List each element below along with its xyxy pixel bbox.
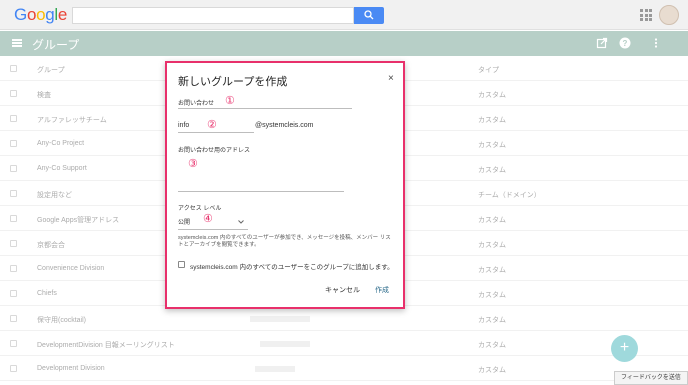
close-icon[interactable]: × — [388, 73, 394, 84]
add-all-users-label: systemcleis.com 内のすべてのユーザーをこのグループに追加します。 — [190, 264, 394, 271]
create-group-dialog: 新しいグループを作成 × お問い合わせ ① info ② @systemclei… — [165, 61, 405, 309]
email-underline — [178, 132, 254, 133]
checkbox[interactable] — [178, 261, 185, 268]
create-button[interactable]: 作成 — [375, 285, 389, 295]
cancel-button[interactable]: キャンセル — [325, 285, 360, 295]
page-title: グループ — [32, 38, 80, 52]
marker-2: ② — [207, 119, 217, 131]
top-bar: Google — [0, 0, 688, 30]
google-logo[interactable]: Google — [14, 5, 67, 25]
logo-letter: e — [57, 5, 68, 24]
help-icon[interactable]: ? — [619, 37, 631, 49]
search-input[interactable] — [72, 7, 354, 24]
email-domain: @systemcleis.com — [255, 122, 314, 129]
logo-letter: o — [36, 5, 46, 24]
marker-4: ④ — [203, 213, 213, 225]
access-description: systemcleis.com 内のすべてのユーザーが参加でき、メッセージを投稿… — [178, 235, 391, 248]
apps-grid-icon[interactable] — [640, 9, 652, 21]
logo-letter: g — [45, 5, 55, 24]
menu-icon[interactable] — [12, 39, 22, 47]
svg-text:?: ? — [623, 39, 628, 48]
logo-letter: G — [14, 5, 27, 24]
description-underline — [178, 191, 344, 192]
marker-1: ① — [225, 95, 235, 107]
description-field[interactable]: お問い合わせ用のアドレス — [178, 145, 250, 154]
email-field[interactable]: info — [178, 122, 189, 129]
access-level-label: アクセス レベル — [178, 206, 222, 212]
name-underline — [178, 108, 352, 109]
access-underline — [178, 229, 248, 230]
search-button[interactable] — [354, 7, 384, 24]
search-icon — [364, 10, 374, 20]
more-vert-icon[interactable] — [650, 37, 662, 49]
chevron-down-icon[interactable] — [238, 220, 244, 224]
access-level-select[interactable]: 公開 — [178, 217, 190, 226]
logo-letter: o — [26, 5, 37, 24]
open-in-new-icon[interactable] — [596, 37, 608, 49]
feedback-button[interactable]: フィードバックを送信 — [614, 371, 688, 385]
add-group-fab[interactable]: + — [611, 335, 638, 362]
dialog-title: 新しいグループを作成 — [178, 76, 288, 88]
marker-3: ③ — [188, 158, 198, 170]
app-header: グループ ? — [0, 31, 688, 56]
group-name-field[interactable]: お問い合わせ — [178, 98, 214, 107]
avatar[interactable] — [659, 5, 679, 25]
